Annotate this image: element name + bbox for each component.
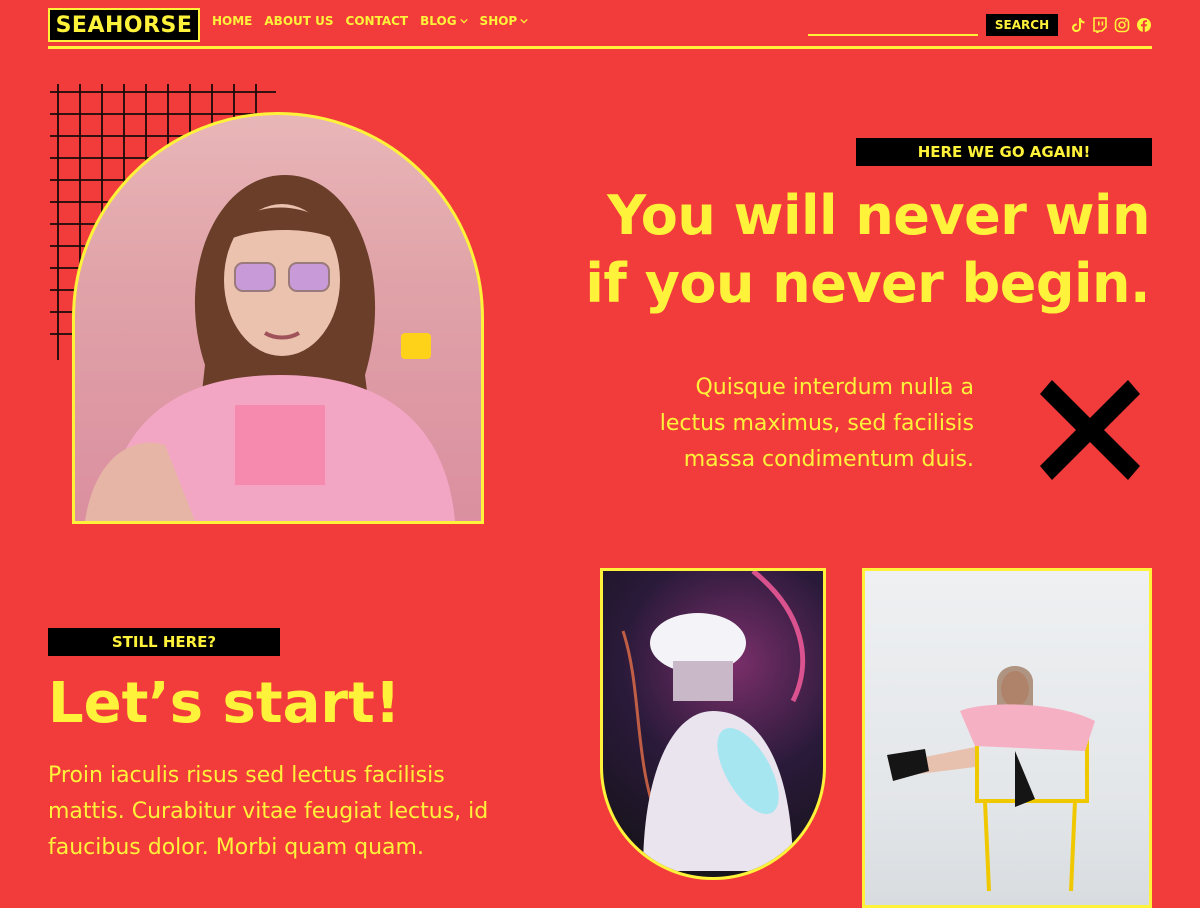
search-input[interactable] — [808, 14, 982, 36]
section2-body-line3: faucibus dolor. Morbi quam quam. — [48, 835, 424, 860]
x-mark-icon — [1040, 380, 1140, 480]
search-underline — [808, 34, 978, 36]
nav-blog-label: BLOG — [420, 14, 457, 28]
nav-shop[interactable]: SHOP — [480, 14, 529, 28]
nav-shop-label: SHOP — [479, 14, 518, 28]
nav-contact-label: CONTACT — [345, 14, 409, 28]
instagram-icon[interactable] — [1114, 17, 1130, 33]
tiktok-icon[interactable] — [1070, 17, 1086, 33]
hero-tag: HERE WE GO AGAIN! — [856, 138, 1152, 166]
section2-tag: STILL HERE? — [48, 628, 280, 656]
hero-headline-line2: if you never begin. — [585, 252, 1150, 315]
skater-illustration — [621, 571, 806, 871]
twitch-icon[interactable] — [1092, 17, 1108, 33]
nav-about-us-label: ABOUT US — [264, 14, 334, 28]
section2-body-line1: Proin iaculis risus sed lectus facilisis — [48, 763, 445, 788]
section2-body-line2: mattis. Curabitur vitae feugiat lectus, … — [48, 799, 489, 824]
cart-photo — [862, 568, 1152, 908]
section2-heading: Let’s start! — [48, 671, 401, 736]
hero-headline-line1: You will never win — [607, 184, 1150, 247]
nav-home-label: HOME — [212, 14, 253, 28]
chevron-down-icon — [520, 18, 528, 24]
site-logo[interactable]: SEAHORSE — [48, 8, 200, 42]
facebook-icon[interactable] — [1136, 17, 1152, 33]
nav-contact[interactable]: CONTACT — [346, 14, 409, 28]
hero-sub-line3: massa condimentum duis. — [683, 447, 974, 472]
hero-sub-line1: Quisque interdum nulla a — [695, 375, 974, 400]
skater-photo — [600, 568, 826, 880]
search-button[interactable]: SEARCH — [986, 14, 1058, 36]
section2-body: Proin iaculis risus sed lectus facilisis… — [48, 758, 548, 866]
hero-photo — [72, 112, 484, 524]
person-illustration — [85, 175, 455, 521]
cart-illustration — [887, 666, 1095, 892]
hero-sub-line2: lectus maximus, sed facilisis — [659, 411, 974, 436]
chevron-down-icon — [459, 18, 468, 24]
main-nav: HOME ABOUT US CONTACT BLOG SHOP — [212, 14, 528, 28]
nav-blog[interactable]: BLOG — [420, 14, 468, 28]
hero-headline: You will never win if you never begin. — [500, 182, 1150, 318]
header-divider — [48, 46, 1152, 49]
nav-home[interactable]: HOME — [212, 14, 252, 28]
nav-about-us[interactable]: ABOUT US — [264, 14, 333, 28]
hero-subtext: Quisque interdum nulla a lectus maximus,… — [572, 370, 974, 478]
